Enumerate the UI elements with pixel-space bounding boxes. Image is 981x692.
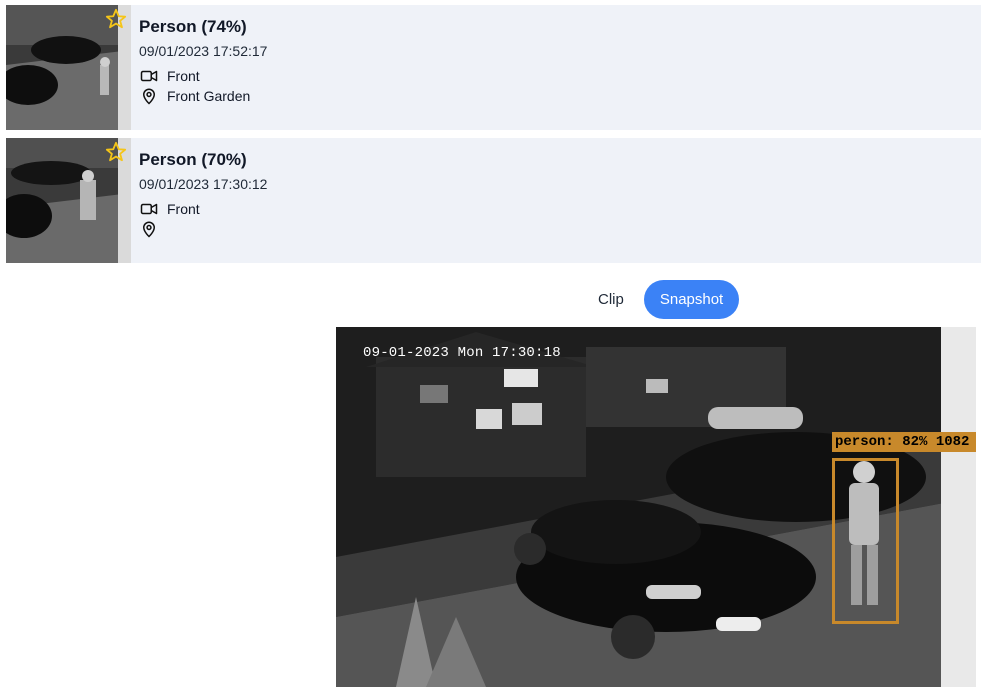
detection-label: person: 82% 1082 [832, 432, 976, 452]
event-zone-name: Front Garden [167, 88, 251, 104]
snapshot-image: 09-01-2023 Mon 17:30:18 person: 82% 1082 [336, 327, 976, 687]
event-card[interactable]: Person (74%) 09/01/2023 17:52:17 Front F… [6, 5, 981, 130]
event-label: Person (74%) [139, 17, 247, 36]
detection-box [832, 458, 899, 624]
camera-timestamp-overlay: 09-01-2023 Mon 17:30:18 [363, 345, 561, 361]
event-thumbnail[interactable] [6, 5, 131, 130]
event-zone [139, 219, 267, 239]
event-card[interactable]: Person (70%) 09/01/2023 17:30:12 Front [6, 138, 981, 263]
event-zone: Front Garden [139, 86, 267, 106]
clip-button[interactable]: Clip [582, 280, 640, 319]
event-timestamp: 09/01/2023 17:30:12 [139, 176, 268, 192]
event-label: Person (70%) [139, 150, 247, 169]
event-camera: Front [139, 199, 267, 219]
video-camera-icon [139, 199, 159, 219]
event-info: Person (74%) 09/01/2023 17:52:17 Front F… [131, 5, 267, 130]
star-icon[interactable] [105, 141, 127, 163]
map-pin-icon [139, 219, 159, 239]
event-thumbnail[interactable] [6, 138, 131, 263]
event-camera-name: Front [167, 201, 200, 217]
event-timestamp: 09/01/2023 17:52:17 [139, 43, 268, 59]
video-camera-icon [139, 66, 159, 86]
event-camera-name: Front [167, 68, 200, 84]
event-info: Person (70%) 09/01/2023 17:30:12 Front [131, 138, 267, 263]
snapshot-button[interactable]: Snapshot [643, 280, 740, 319]
event-camera: Front [139, 66, 267, 86]
star-icon[interactable] [105, 8, 127, 30]
map-pin-icon [139, 86, 159, 106]
view-toggle: Clip Snapshot [582, 280, 740, 319]
